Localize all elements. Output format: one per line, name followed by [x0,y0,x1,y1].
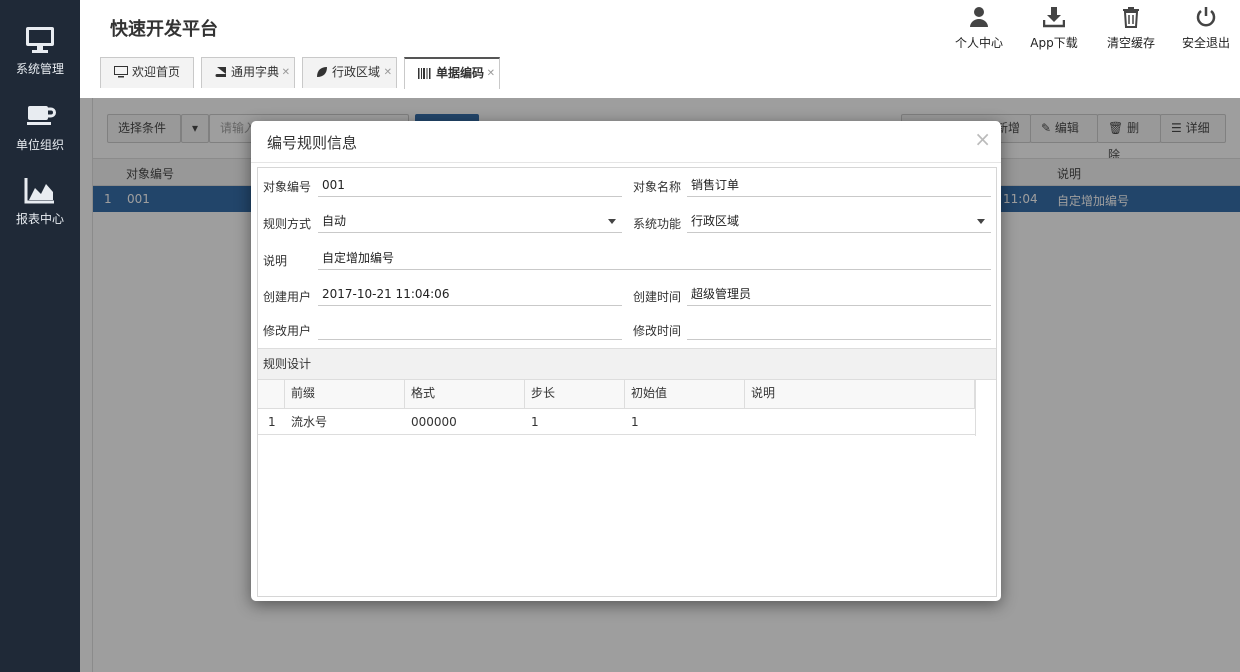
barcode-icon [418,68,431,79]
table-row[interactable]: 1 流水号 000000 1 1 [258,409,975,435]
nav-label: 报表中心 [15,212,64,226]
row-step: 1 [531,415,539,429]
tab-welcome[interactable]: 欢迎首页 [100,57,194,88]
monitor-icon [114,66,128,78]
description-label: 说明 [263,254,288,268]
column-header-initial[interactable]: 初始值 [625,380,745,408]
row-prefix: 流水号 [291,415,328,429]
modify-user-input[interactable] [318,318,622,340]
close-icon[interactable]: × [974,127,991,151]
user-icon [970,7,988,27]
download-icon [1043,7,1065,28]
create-time-input[interactable]: 超级管理员 [687,284,991,306]
clear-cache-label: 清空缓存 [1106,36,1155,50]
tab-region[interactable]: 行政区域 ✕ [302,57,397,88]
column-header-format[interactable]: 格式 [405,380,525,408]
leaf-icon [317,67,327,77]
create-time-label: 创建时间 [633,290,682,304]
tab-label: 通用字典 [231,65,280,79]
object-code-label: 对象编号 [263,180,312,194]
clear-cache-button[interactable]: 清空缓存 [1096,6,1166,51]
modify-user-label: 修改用户 [263,324,312,338]
dialog-divider [251,162,1001,163]
power-icon [1196,7,1216,27]
object-name-label: 对象名称 [633,180,682,194]
column-header-step[interactable]: 步长 [525,380,625,408]
rule-grid-border [975,380,976,436]
close-icon[interactable]: ✕ [384,58,392,87]
system-function-label: 系统功能 [633,217,682,231]
chevron-down-icon [608,219,616,224]
coffee-cup-icon [27,106,56,125]
logout-label: 安全退出 [1181,36,1230,50]
dialog-title: 编号规则信息 [267,134,358,152]
rule-info-dialog: 编号规则信息 × 对象编号 001 对象名称 销售订单 规则方式 自动 系统功能… [251,121,1001,601]
logout-button[interactable]: 安全退出 [1171,6,1240,51]
app-download-label: App下载 [1030,36,1078,50]
tab-label: 单据编码 [436,66,485,80]
nav-item-system-management[interactable]: 系统管理 [0,24,80,77]
form-panel: 对象编号 001 对象名称 销售订单 规则方式 自动 系统功能 行政区域 说明 … [257,167,997,597]
row-format: 000000 [411,415,457,429]
rule-mode-label: 规则方式 [263,217,312,231]
monitor-icon [26,27,54,53]
nav-item-organization[interactable]: 单位组织 [0,100,80,153]
object-code-input[interactable]: 001 [318,175,622,197]
rule-design-header: 规则设计 [258,348,996,380]
personal-center-label: 个人中心 [954,36,1003,50]
rule-mode-select[interactable]: 自动 [318,211,622,233]
nav-item-report-center[interactable]: 报表中心 [0,174,80,227]
app-title: 快速开发平台 [110,19,218,40]
modify-time-label: 修改时间 [633,324,682,338]
rule-grid-index-header [258,380,285,408]
rule-grid-header: 前缀 格式 步长 初始值 说明 [258,380,975,409]
close-icon[interactable]: ✕ [487,59,495,88]
system-function-value: 行政区域 [691,214,740,228]
app-download-button[interactable]: App下载 [1019,6,1089,51]
column-header-prefix[interactable]: 前缀 [285,380,405,408]
rule-mode-value: 自动 [322,214,347,228]
modify-time-input[interactable] [687,318,991,340]
create-user-label: 创建用户 [263,290,312,304]
tab-label: 行政区域 [332,65,381,79]
system-function-select[interactable]: 行政区域 [687,211,991,233]
row-index: 1 [268,415,276,429]
nav-label: 系统管理 [15,62,64,76]
row-desc [745,409,975,434]
tab-document-code[interactable]: 单据编码 ✕ [404,57,500,89]
tab-dictionary[interactable]: 通用字典 ✕ [201,57,295,88]
nav-label: 单位组织 [15,138,64,152]
close-icon[interactable]: ✕ [282,58,290,87]
chevron-down-icon [977,219,985,224]
row-initial: 1 [631,415,639,429]
book-icon [215,67,226,77]
description-input[interactable]: 自定增加编号 [318,248,991,270]
object-name-input[interactable]: 销售订单 [687,175,991,197]
trash-icon [1123,7,1139,28]
personal-center-button[interactable]: 个人中心 [944,6,1014,51]
create-user-input[interactable]: 2017-10-21 11:04:06 [318,284,622,306]
tab-label: 欢迎首页 [132,65,181,79]
left-nav: 系统管理 单位组织 报表中心 [0,0,80,672]
area-chart-icon [24,178,54,204]
column-header-desc[interactable]: 说明 [745,380,975,408]
